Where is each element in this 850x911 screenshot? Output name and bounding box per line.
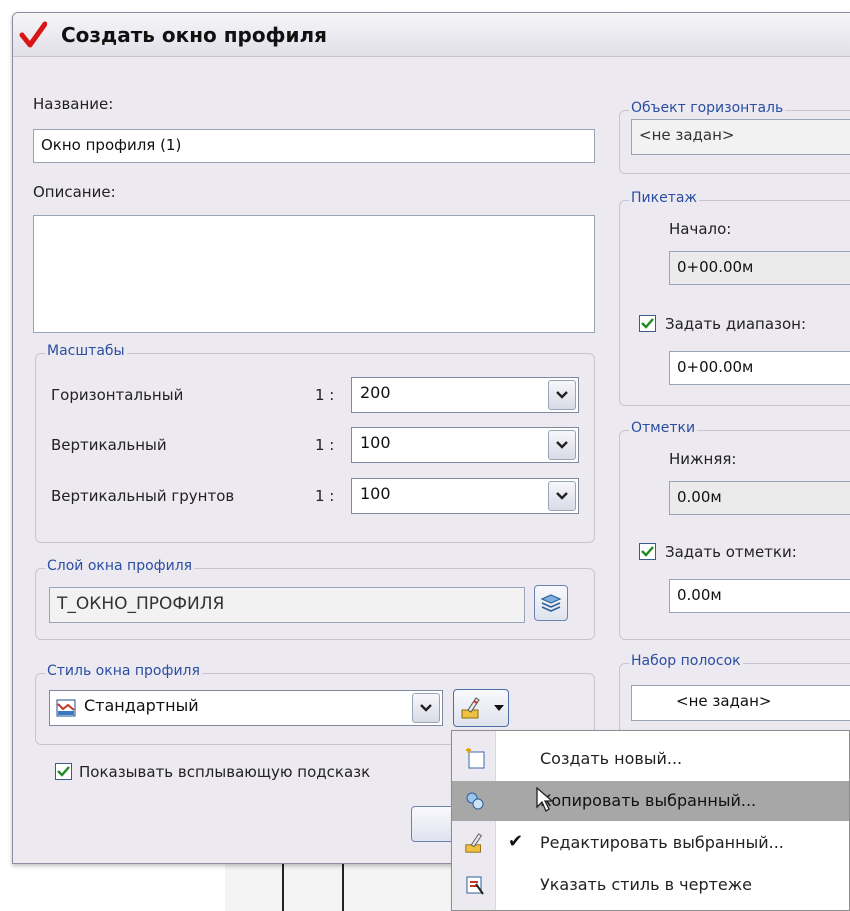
menu-item-label: Копировать выбранный... — [540, 791, 757, 810]
layer-select-button[interactable] — [534, 585, 568, 621]
chevron-down-icon[interactable] — [548, 430, 576, 460]
picket-range-checkbox[interactable] — [639, 315, 656, 332]
chevron-down-icon[interactable] — [548, 380, 576, 410]
elevations-lower-field[interactable]: 0.00м — [669, 481, 850, 515]
vertical-scale-combo[interactable]: 100 — [351, 427, 579, 463]
copy-style-icon — [466, 792, 484, 810]
soil-vertical-scale-prefix: 1 : — [315, 487, 335, 505]
new-style-icon — [466, 748, 485, 769]
horizontal-object-field[interactable]: <не задан> — [631, 119, 850, 155]
checkmark-app-icon — [19, 21, 47, 48]
profile-style-icon — [56, 699, 76, 717]
menu-item-create-new[interactable]: Создать новый... — [452, 739, 849, 779]
dialog-title: Создать окно профиля — [61, 23, 327, 47]
picket-start-field[interactable]: 0+00.00м — [669, 251, 850, 285]
horizontal-scale-prefix: 1 : — [315, 386, 335, 404]
checkmark-icon — [57, 766, 70, 777]
drawing-line — [282, 860, 284, 911]
dropdown-arrow-icon — [494, 705, 504, 711]
horizontal-object-group-label: Объект горизонталь — [629, 100, 786, 116]
soil-vertical-scale-label: Вертикальный грунтов — [51, 487, 235, 505]
elevations-lower-label: Нижняя: — [669, 450, 737, 468]
edit-style-icon — [465, 833, 483, 853]
layers-icon — [540, 594, 562, 612]
edit-style-icon — [461, 697, 480, 719]
chevron-down-icon[interactable] — [548, 481, 576, 511]
vertical-scale-label: Вертикальный — [51, 436, 167, 454]
menu-item-label: Редактировать выбранный... — [540, 833, 784, 852]
picket-range-field[interactable]: 0+00.00м — [669, 351, 850, 385]
picket-start-label: Начало: — [669, 220, 732, 238]
menu-item-label: Указать стиль в чертеже — [540, 875, 753, 894]
checkmark-icon: ✔ — [508, 831, 524, 852]
chevron-down-icon[interactable] — [412, 693, 440, 723]
name-input[interactable]: Окно профиля (1) — [33, 129, 595, 163]
title-bar: Создать окно профиля — [13, 13, 850, 57]
menu-item-edit-selected[interactable]: ✔ Редактировать выбранный... — [452, 823, 849, 863]
checkmark-icon — [641, 318, 654, 329]
horizontal-scale-value: 200 — [360, 383, 391, 402]
layer-name-field: Т_ОКНО_ПРОФИЛЯ — [49, 587, 525, 623]
menu-item-pick-in-drawing[interactable]: Указать стиль в чертеже — [452, 865, 849, 905]
name-label: Название: — [33, 95, 114, 113]
menu-item-label: Создать новый... — [540, 749, 683, 768]
description-textarea[interactable] — [33, 215, 595, 333]
scales-group-label: Масштабы — [45, 343, 127, 359]
style-actions-menu: Создать новый... Копировать выбранный...… — [451, 730, 850, 911]
style-group-label: Стиль окна профиля — [45, 663, 202, 679]
bands-field[interactable]: <не задан> — [631, 685, 850, 721]
checkmark-icon — [641, 546, 654, 557]
picket-group-label: Пикетаж — [629, 190, 700, 206]
description-label: Описание: — [33, 183, 116, 201]
style-combo[interactable]: Стандартный — [49, 690, 443, 726]
elevations-set-label: Задать отметки: — [665, 543, 797, 561]
pick-style-icon — [466, 876, 484, 895]
menu-item-copy-selected[interactable]: Копировать выбранный... — [452, 781, 849, 821]
layer-group-label: Слой окна профиля — [45, 558, 195, 574]
picket-range-label: Задать диапазон: — [665, 315, 807, 333]
horizontal-scale-label: Горизонтальный — [51, 386, 184, 404]
tooltip-checkbox-label: Показывать всплывающую подсказк — [79, 763, 371, 781]
vertical-scale-prefix: 1 : — [315, 436, 335, 454]
elevations-set-checkbox[interactable] — [639, 543, 656, 560]
horizontal-scale-combo[interactable]: 200 — [351, 377, 579, 413]
elevations-group-label: Отметки — [629, 420, 698, 436]
bands-group-label: Набор полосок — [629, 653, 743, 669]
style-value: Стандартный — [84, 696, 199, 715]
vertical-scale-value: 100 — [360, 433, 391, 452]
tooltip-checkbox[interactable] — [55, 763, 72, 780]
elevations-set-field[interactable]: 0.00м — [669, 579, 850, 613]
drawing-line — [342, 860, 344, 911]
soil-vertical-scale-value: 100 — [360, 484, 391, 503]
style-edit-split-button[interactable] — [453, 689, 509, 727]
soil-vertical-scale-combo[interactable]: 100 — [351, 478, 579, 514]
mouse-cursor-icon — [536, 787, 554, 812]
